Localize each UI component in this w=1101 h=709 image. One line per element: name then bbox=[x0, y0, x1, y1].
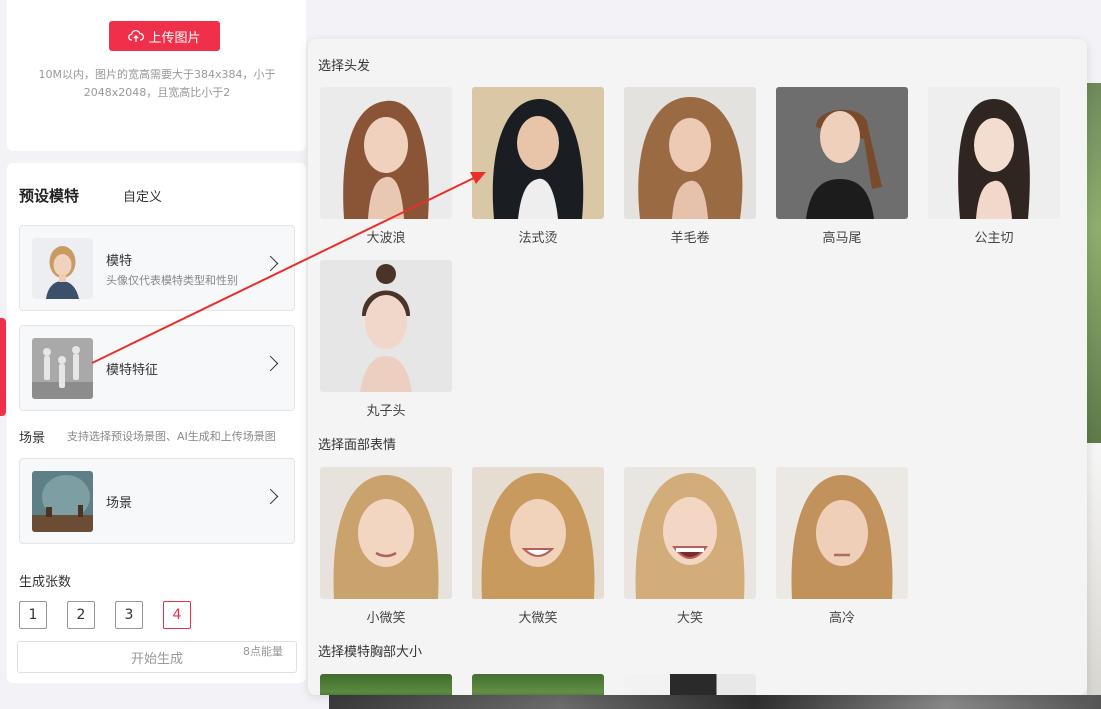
hair-caption: 丸子头 bbox=[366, 404, 406, 419]
count-option-4[interactable]: 4 bbox=[163, 601, 191, 629]
model-feature-option[interactable]: 模特特征 bbox=[19, 325, 295, 411]
scene-thumbnail bbox=[32, 471, 93, 532]
feature-popup: 选择头发 大波浪 法式烫 羊毛卷 高马尾 公主切 丸子头 选择面部表情 小微笑 … bbox=[308, 39, 1087, 695]
expression-image bbox=[320, 467, 452, 599]
cloud-upload-icon bbox=[128, 29, 145, 42]
expression-caption: 高冷 bbox=[828, 611, 855, 626]
upload-hint: 10M以内，图片的宽高需要大于384x384，小于2048x2048，且宽高比小… bbox=[38, 68, 276, 99]
image-count-label: 生成张数 bbox=[19, 575, 72, 590]
settings-card: 预设模特 自定义 模特 头像仅代表模特类型和性别 模特特征 场景 支持选择预设场… bbox=[7, 163, 306, 683]
chest-section-title: 选择模特胸部大小 bbox=[318, 645, 423, 660]
background-image-right-lower bbox=[1087, 445, 1101, 695]
expression-section-title: 选择面部表情 bbox=[318, 438, 397, 453]
feature-option-title: 模特特征 bbox=[106, 363, 159, 378]
hair-item[interactable]: 法式烫 bbox=[472, 87, 604, 246]
tab-custom[interactable]: 自定义 bbox=[123, 186, 162, 205]
background-image-right bbox=[1087, 83, 1101, 443]
hair-caption: 高马尾 bbox=[822, 231, 862, 246]
expression-caption: 大笑 bbox=[676, 611, 703, 626]
chevron-right-icon bbox=[262, 488, 279, 505]
model-option[interactable]: 模特 头像仅代表模特类型和性别 bbox=[19, 225, 295, 311]
expression-item[interactable]: 大微笑 bbox=[472, 467, 604, 626]
expression-item[interactable]: 大笑 bbox=[624, 467, 756, 626]
expression-item[interactable]: 小微笑 bbox=[320, 467, 452, 626]
hair-caption: 大波浪 bbox=[366, 231, 406, 246]
expression-image bbox=[776, 467, 908, 599]
hair-image bbox=[320, 87, 452, 219]
chest-item[interactable] bbox=[472, 674, 604, 695]
hair-caption: 法式烫 bbox=[518, 231, 558, 246]
count-option-3[interactable]: 3 bbox=[115, 601, 143, 629]
model-thumbnail bbox=[32, 238, 93, 299]
expression-item[interactable]: 高冷 bbox=[776, 467, 908, 626]
expression-caption: 大微笑 bbox=[518, 611, 558, 626]
hair-caption: 羊毛卷 bbox=[670, 231, 710, 246]
model-option-title: 模特 bbox=[106, 254, 133, 269]
upload-card: 上传图片 10M以内，图片的宽高需要大于384x384，小于2048x2048，… bbox=[7, 0, 306, 151]
expression-image bbox=[624, 467, 756, 599]
hair-item[interactable]: 大波浪 bbox=[320, 87, 452, 246]
hair-caption: 公主切 bbox=[974, 231, 1014, 246]
hair-image bbox=[472, 87, 604, 219]
hair-image bbox=[776, 87, 908, 219]
hair-image bbox=[928, 87, 1060, 219]
scene-option-title: 场景 bbox=[106, 496, 133, 511]
scene-label: 场景 bbox=[19, 431, 46, 446]
upload-button-label: 上传图片 bbox=[148, 29, 201, 45]
count-option-1[interactable]: 1 bbox=[19, 601, 47, 629]
hair-item[interactable]: 丸子头 bbox=[320, 260, 452, 419]
expression-image bbox=[472, 467, 604, 599]
scene-option[interactable]: 场景 bbox=[19, 458, 295, 544]
energy-cost: 8点能量 bbox=[243, 645, 283, 658]
hair-image bbox=[320, 260, 452, 392]
chevron-right-icon bbox=[262, 255, 279, 272]
upload-image-button[interactable]: 上传图片 bbox=[109, 21, 220, 51]
hair-item[interactable]: 公主切 bbox=[928, 87, 1060, 246]
hair-section-title: 选择头发 bbox=[318, 59, 371, 74]
expression-caption: 小微笑 bbox=[366, 611, 406, 626]
scene-hint: 支持选择预设场景图、AI生成和上传场景图 bbox=[67, 430, 276, 443]
background-image-bottom bbox=[329, 695, 1101, 709]
tab-preset-model[interactable]: 预设模特 bbox=[19, 185, 79, 206]
collapse-handle[interactable] bbox=[0, 318, 6, 416]
count-option-2[interactable]: 2 bbox=[67, 601, 95, 629]
chest-item[interactable] bbox=[320, 674, 452, 695]
chevron-right-icon bbox=[262, 355, 279, 372]
hair-item[interactable]: 高马尾 bbox=[776, 87, 908, 246]
hair-item[interactable]: 羊毛卷 bbox=[624, 87, 756, 246]
model-option-subtitle: 头像仅代表模特类型和性别 bbox=[106, 274, 238, 287]
hair-image bbox=[624, 87, 756, 219]
mannequins-thumbnail bbox=[32, 338, 93, 399]
chest-item[interactable] bbox=[624, 674, 756, 695]
